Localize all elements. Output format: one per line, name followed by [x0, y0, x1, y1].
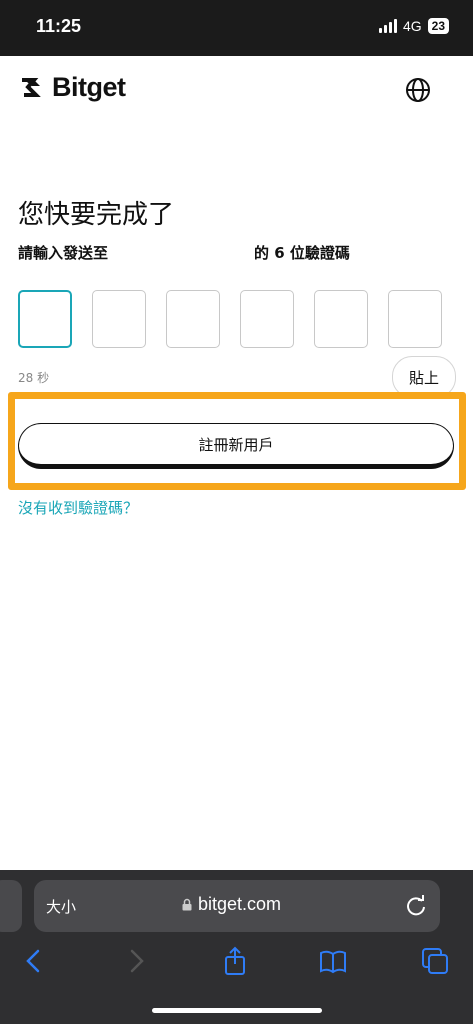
- subtitle-prefix: 請輸入發送至: [18, 244, 109, 262]
- bitget-logo[interactable]: Bitget: [18, 72, 126, 103]
- signal-icon: [378, 19, 397, 33]
- status-indicators: 4G 23: [378, 18, 449, 34]
- forward-icon[interactable]: [120, 946, 150, 976]
- globe-icon[interactable]: [404, 76, 432, 104]
- home-indicator[interactable]: [152, 1008, 322, 1013]
- page-subtitle: 請輸入發送至 的 6 位驗證碼: [18, 242, 350, 263]
- otp-digit-3[interactable]: [166, 290, 220, 348]
- otp-input-group: [18, 290, 442, 348]
- share-icon[interactable]: [220, 946, 250, 976]
- register-button[interactable]: 註冊新用戶: [18, 423, 454, 469]
- redacted-email: [108, 242, 254, 263]
- subtitle-suffix: 的 6 位驗證碼: [254, 244, 350, 262]
- bookmarks-icon[interactable]: [318, 946, 348, 976]
- battery-icon: 23: [427, 18, 449, 34]
- url-display: bitget.com: [182, 894, 281, 915]
- page-title: 您快要完成了: [18, 200, 175, 230]
- otp-digit-4[interactable]: [240, 290, 294, 348]
- bitget-logo-icon: [22, 77, 41, 97]
- text-size-button[interactable]: 大小: [46, 896, 76, 917]
- network-type: 4G: [402, 18, 422, 34]
- tabs-icon[interactable]: [420, 946, 450, 976]
- otp-digit-1[interactable]: [18, 290, 72, 348]
- previous-tab[interactable]: [0, 880, 22, 932]
- status-time: 11:25: [36, 16, 82, 36]
- reload-icon[interactable]: [404, 894, 428, 918]
- address-bar[interactable]: 大小 bitget.com: [34, 880, 440, 932]
- back-icon[interactable]: [20, 946, 50, 976]
- status-bar: 11:25 4G 23: [0, 0, 473, 56]
- otp-digit-5[interactable]: [314, 290, 368, 348]
- otp-digit-2[interactable]: [92, 290, 146, 348]
- brand-name: Bitget: [52, 72, 126, 102]
- otp-digit-6[interactable]: [388, 290, 442, 348]
- no-code-link[interactable]: 沒有收到驗證碼？: [18, 497, 138, 518]
- resend-timer: 28 秒: [18, 371, 50, 385]
- lock-icon: [182, 898, 192, 911]
- url-text: bitget.com: [198, 894, 282, 914]
